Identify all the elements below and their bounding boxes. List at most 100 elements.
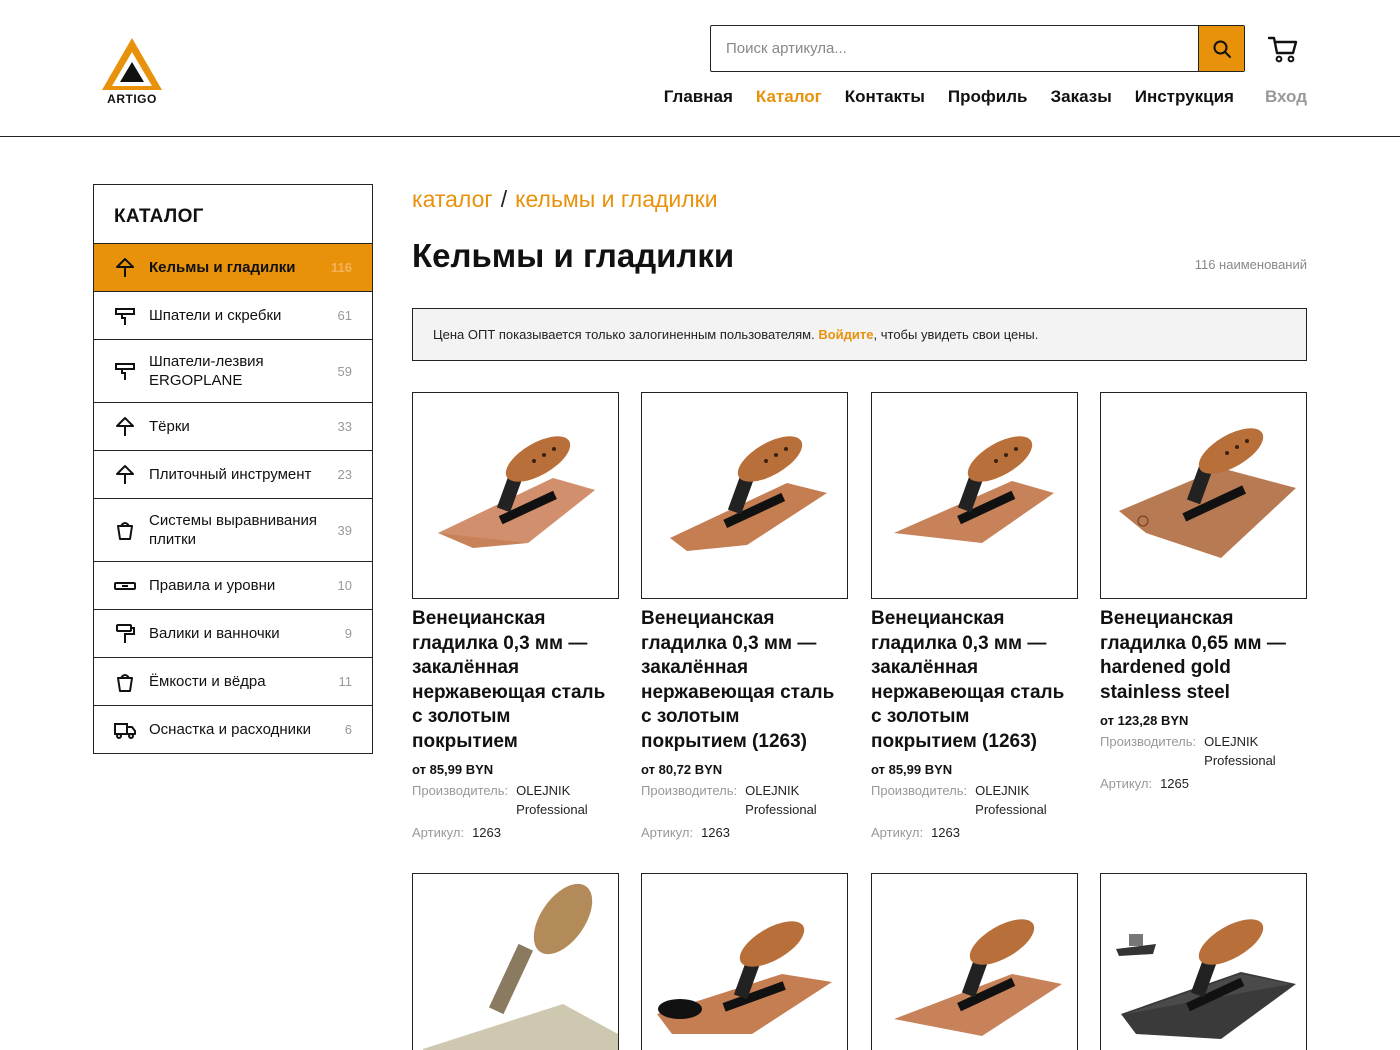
trowel-icon [114, 416, 136, 438]
manufacturer-value: OLEJNIK Professional [516, 783, 588, 817]
page-title: Кельмы и гладилки [412, 237, 735, 274]
login-link[interactable]: Войдите [818, 327, 873, 342]
manufacturer-label: Производитель: [1100, 734, 1197, 749]
sidebar-item-spatulas[interactable]: Шпатели и скребки 61 [94, 292, 372, 340]
sidebar-item-label: Тёрки [149, 418, 190, 435]
site-header: ARTIGO Главная Каталог Контакты Профиль … [0, 0, 1400, 137]
sidebar-item-label: Шпатели и скребки [149, 307, 282, 324]
nav-contacts[interactable]: Контакты [845, 87, 925, 107]
cart-button[interactable] [1266, 33, 1300, 65]
product-price: от 80,72 BYN [641, 762, 723, 777]
sidebar-item-count: 11 [338, 674, 353, 689]
product-image[interactable] [412, 873, 619, 1050]
article-label: Артикул: [1100, 776, 1153, 791]
product-manufacturer: Производитель: OLEJNIK Professional [641, 781, 848, 819]
sidebar-item-leveling-systems[interactable]: Системы выравнивания плитки 39 [94, 499, 372, 562]
breadcrumb-root[interactable]: каталог [412, 186, 493, 212]
product-card [641, 873, 848, 1050]
sidebar-item-rollers[interactable]: Валики и ванночки 9 [94, 610, 372, 658]
sidebar-item-label: Шпатели-лезвия ERGOPLANE [149, 353, 264, 389]
bucket-icon [114, 519, 136, 541]
product-image[interactable] [641, 873, 848, 1050]
search-bar [710, 25, 1245, 72]
product-image[interactable] [871, 873, 1078, 1050]
sidebar-item-buckets[interactable]: Ёмкости и вёдра 11 [94, 658, 372, 706]
product-card: Венецианская гладилка 0,3 мм — закалённа… [871, 392, 1078, 842]
artigo-logo[interactable]: ARTIGO [100, 36, 164, 108]
product-card: Венецианская гладилка 0,3 мм — закалённа… [412, 392, 619, 842]
cart-icon [1267, 36, 1298, 63]
sidebar-item-accessories[interactable]: Оснастка и расходники 6 [94, 706, 372, 753]
product-price: от 123,28 BYN [1100, 713, 1189, 728]
trowel-icon [114, 257, 136, 279]
article-value: 1263 [472, 825, 501, 840]
sidebar-item-label: Оснастка и расходники [149, 721, 311, 738]
product-name[interactable]: Венецианская гладилка 0,3 мм — закалённа… [412, 607, 619, 754]
product-card [871, 873, 1078, 1050]
spatula-icon [114, 305, 136, 327]
items-count: 116 наименований [1194, 257, 1307, 272]
sidebar-item-count: 6 [344, 722, 352, 737]
nav-profile[interactable]: Профиль [948, 87, 1028, 107]
catalog-sidebar: КАТАЛОГ Кельмы и гладилки 116 Шпатели и … [93, 184, 373, 754]
sidebar-item-tile-tools[interactable]: Плиточный инструмент 23 [94, 451, 372, 499]
article-value: 1263 [701, 825, 730, 840]
trowel-icon [114, 464, 136, 486]
sidebar-item-label: Правила и уровни [149, 577, 276, 594]
nav-instructions[interactable]: Инструкция [1135, 87, 1234, 107]
sidebar-item-count: 10 [337, 578, 352, 593]
sidebar-item-levels[interactable]: Правила и уровни 10 [94, 562, 372, 610]
article-label: Артикул: [412, 825, 465, 840]
sidebar-item-count: 39 [337, 522, 352, 538]
breadcrumb-current: кельмы и гладилки [515, 186, 718, 212]
sidebar-item-count: 61 [337, 308, 352, 323]
product-name[interactable]: Венецианская гладилка 0,65 мм — hardened… [1100, 607, 1307, 705]
search-input[interactable] [711, 26, 1198, 71]
article-value: 1263 [931, 825, 960, 840]
product-manufacturer: Производитель: OLEJNIK Professional [871, 781, 1078, 819]
nav-home[interactable]: Главная [664, 87, 733, 107]
sidebar-item-label: Кельмы и гладилки [149, 259, 296, 276]
manufacturer-value: OLEJNIK Professional [745, 783, 817, 817]
truck-icon [114, 719, 136, 741]
product-article: Артикул: 1263 [641, 823, 848, 842]
nav-login[interactable]: Вход [1265, 87, 1307, 107]
product-image[interactable] [412, 392, 619, 599]
logo-wordmark: ARTIGO [107, 92, 157, 106]
sidebar-item-count: 9 [344, 626, 352, 641]
search-icon [1213, 40, 1231, 58]
product-image[interactable] [1100, 392, 1307, 599]
product-name[interactable]: Венецианская гладилка 0,3 мм — закалённа… [871, 607, 1078, 754]
article-label: Артикул: [871, 825, 924, 840]
nav-catalog[interactable]: Каталог [756, 87, 822, 107]
article-label: Артикул: [641, 825, 694, 840]
sidebar-item-trowels[interactable]: Кельмы и гладилки 116 [94, 244, 372, 292]
sidebar-item-label: Ёмкости и вёдра [149, 673, 266, 690]
sidebar-title: КАТАЛОГ [94, 185, 372, 244]
sidebar-item-floats[interactable]: Тёрки 33 [94, 403, 372, 451]
level-icon [114, 575, 136, 597]
breadcrumb: каталог / кельмы и гладилки [412, 186, 718, 213]
sidebar-item-ergoplane[interactable]: Шпатели-лезвия ERGOPLANE 59 [94, 340, 372, 403]
bucket-icon [114, 671, 136, 693]
spatula-icon [114, 360, 136, 382]
product-card [412, 873, 619, 1050]
product-article: Артикул: 1265 [1100, 774, 1307, 793]
product-price: от 85,99 BYN [871, 762, 953, 777]
main-nav: Главная Каталог Контакты Профиль Заказы … [641, 87, 1307, 107]
product-price: от 85,99 BYN [412, 762, 494, 777]
sidebar-item-label: Валики и ванночки [149, 625, 280, 642]
sidebar-item-label: Системы выравнивания плитки [149, 512, 318, 548]
breadcrumb-separator: / [500, 186, 508, 212]
nav-orders[interactable]: Заказы [1050, 87, 1111, 107]
login-notice: Цена ОПТ показывается только залогиненны… [412, 308, 1307, 361]
product-image[interactable] [871, 392, 1078, 599]
product-image[interactable] [1100, 873, 1307, 1050]
product-article: Артикул: 1263 [871, 823, 1078, 842]
product-image[interactable] [641, 392, 848, 599]
sidebar-item-count: 23 [337, 467, 352, 482]
search-button[interactable] [1198, 26, 1244, 71]
product-manufacturer: Производитель: OLEJNIK Professional [412, 781, 619, 819]
product-name[interactable]: Венецианская гладилка 0,3 мм — закалённа… [641, 607, 848, 754]
product-article: Артикул: 1263 [412, 823, 619, 842]
